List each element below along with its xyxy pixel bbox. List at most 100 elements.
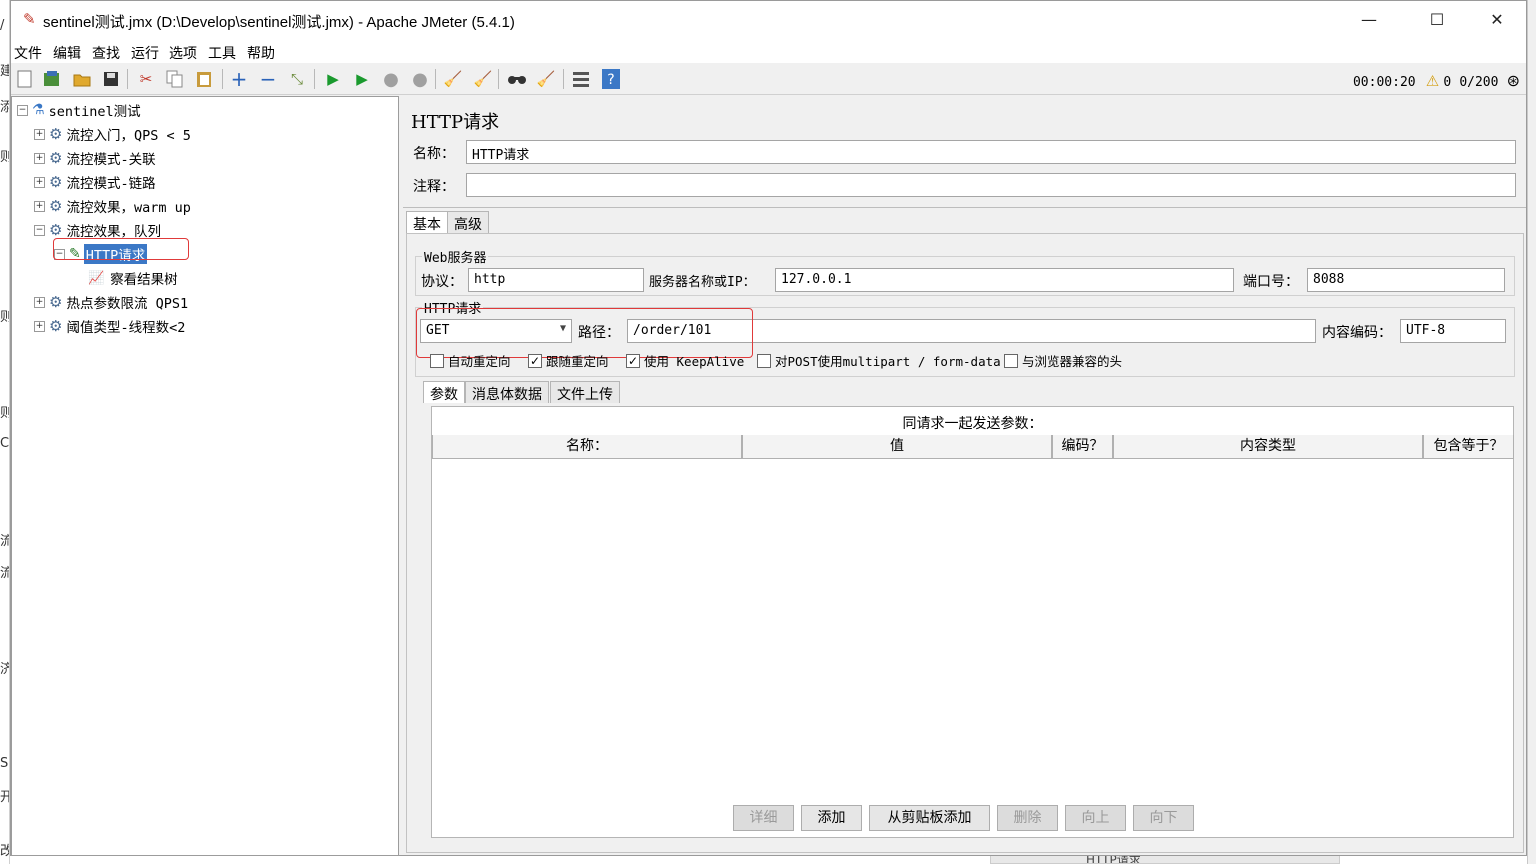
collapse-all-icon[interactable]: −	[257, 67, 279, 91]
menu-search[interactable]: 查找	[92, 43, 120, 63]
tree-item[interactable]: + ⚙ 流控模式-链路	[34, 172, 156, 192]
expand-icon[interactable]: +	[34, 320, 45, 332]
menu-run[interactable]: 运行	[131, 43, 159, 63]
copy-icon[interactable]	[164, 68, 186, 90]
tree-item[interactable]: + ⚙ 流控模式-关联	[34, 148, 156, 168]
toolbar: ✂ + − ⤡ ▶ ▶ ● ● 🧹 🧹 🧹 ? 00:00:20 ⚠ 0 0/2…	[11, 63, 1526, 95]
status-area: 00:00:20 ⚠ 0 0/200 ⊛	[1353, 71, 1520, 90]
bg-char: 流	[0, 530, 9, 549]
add-button[interactable]: 添加	[801, 805, 862, 831]
close-button[interactable]: ✕	[1474, 5, 1520, 35]
tab-basic[interactable]: 基本	[406, 211, 448, 233]
cut-icon[interactable]: ✂	[135, 68, 157, 90]
jmeter-feather-icon: ✎	[23, 10, 36, 28]
tab-parameters[interactable]: 参数	[423, 381, 465, 403]
elapsed-timer: 00:00:20	[1352, 75, 1416, 90]
reset-search-icon[interactable]: 🧹	[535, 68, 557, 90]
search-icon[interactable]	[506, 68, 528, 90]
tab-body-data[interactable]: 消息体数据	[465, 381, 549, 403]
follow-redirect-checkbox[interactable]: ✓ 跟随重定向	[528, 351, 609, 370]
thread-group-gear-icon: ⚙	[49, 173, 63, 191]
collapse-icon[interactable]: −	[17, 104, 28, 116]
start-icon[interactable]: ▶	[322, 68, 344, 90]
menu-tools[interactable]: 工具	[208, 43, 236, 63]
expand-icon[interactable]: +	[34, 296, 45, 308]
paste-icon[interactable]	[193, 68, 215, 90]
bg-char: 添	[0, 96, 9, 115]
multipart-checkbox[interactable]: 对POST使用multipart / form-data	[757, 351, 1001, 370]
comment-field[interactable]	[466, 173, 1516, 197]
shutdown-icon[interactable]: ●	[409, 68, 431, 90]
menu-help[interactable]: 帮助	[247, 43, 275, 63]
bg-char: 建	[0, 60, 9, 79]
tree-item[interactable]: + ⚙ 热点参数限流 QPS1	[34, 292, 188, 312]
server-field[interactable]: 127.0.0.1	[775, 268, 1234, 292]
keepalive-checkbox[interactable]: ✓ 使用 KeepAlive	[626, 351, 744, 370]
tab-advanced[interactable]: 高级	[447, 211, 489, 233]
warning-count: 0	[1443, 75, 1452, 90]
menu-options[interactable]: 选项	[169, 43, 197, 63]
collapse-icon[interactable]: −	[34, 224, 45, 236]
bg-char: 改	[0, 840, 9, 859]
window-title: sentinel测试.jmx (D:\Develop\sentinel测试.jm…	[43, 14, 515, 31]
open-icon[interactable]	[71, 68, 93, 90]
browser-headers-checkbox[interactable]: 与浏览器兼容的头	[1004, 351, 1122, 370]
menu-edit[interactable]: 编辑	[53, 43, 81, 63]
column-header-content-type[interactable]: 内容类型	[1113, 435, 1423, 459]
maximize-button[interactable]: ☐	[1414, 5, 1460, 35]
move-up-button[interactable]: 向上	[1065, 805, 1126, 831]
protocol-field[interactable]: http	[468, 268, 644, 292]
expand-icon[interactable]: +	[34, 200, 45, 212]
auto-redirect-checkbox[interactable]: 自动重定向	[430, 351, 511, 370]
new-icon[interactable]	[14, 68, 36, 90]
name-field[interactable]: HTTP请求	[466, 140, 1516, 164]
function-helper-icon[interactable]	[570, 68, 592, 90]
minimize-button[interactable]: —	[1346, 5, 1392, 35]
expand-icon[interactable]: +	[34, 128, 45, 140]
tree-item-child[interactable]: 📈 察看结果树	[88, 268, 178, 289]
bg-char: C	[0, 436, 10, 451]
thread-group-gear-icon: ⚙	[49, 149, 63, 167]
highlight-box	[53, 238, 189, 260]
column-header-name[interactable]: 名称：	[432, 435, 742, 459]
bg-char: 则	[0, 146, 9, 165]
warning-icon[interactable]: ⚠	[1426, 72, 1439, 90]
column-header-include-equals[interactable]: 包含等于？	[1423, 435, 1514, 459]
tree-root[interactable]: − ⚗ sentinel测试	[17, 100, 141, 120]
expand-icon[interactable]: +	[34, 152, 45, 164]
panel-heading: HTTP请求	[411, 112, 500, 133]
stop-icon[interactable]: ●	[380, 68, 402, 90]
add-from-clipboard-button[interactable]: 从剪贴板添加	[869, 805, 990, 831]
jmeter-window: ✎ sentinel测试.jmx (D:\Develop\sentinel测试.…	[10, 0, 1527, 856]
thread-group-gear-icon: ⚙	[49, 197, 63, 215]
remote-icon[interactable]: ⊛	[1507, 71, 1520, 90]
tree-item[interactable]: − ⚙ 流控效果，队列	[34, 220, 161, 240]
toggle-icon[interactable]: ⤡	[286, 68, 308, 90]
port-field[interactable]: 8088	[1307, 268, 1505, 292]
menu-file[interactable]: 文件	[14, 43, 42, 63]
expand-all-icon[interactable]: +	[228, 67, 250, 91]
detail-button[interactable]: 详细	[733, 805, 794, 831]
clear-all-icon[interactable]: 🧹	[472, 68, 494, 90]
delete-button[interactable]: 删除	[997, 805, 1058, 831]
bg-char: /	[0, 18, 5, 33]
server-label: 服务器名称或IP：	[649, 275, 756, 290]
thread-group-gear-icon: ⚙	[49, 293, 63, 311]
expand-icon[interactable]: +	[34, 176, 45, 188]
start-no-pauses-icon[interactable]: ▶	[351, 68, 373, 90]
clear-icon[interactable]: 🧹	[442, 68, 464, 90]
column-header-encode[interactable]: 编码？	[1052, 435, 1113, 459]
name-label: 名称：	[413, 146, 455, 162]
column-header-value[interactable]: 值	[742, 435, 1052, 459]
encoding-label: 内容编码：	[1322, 325, 1392, 341]
encoding-field[interactable]: UTF-8	[1400, 319, 1506, 343]
tree-item[interactable]: + ⚙ 阈值类型-线程数<2	[34, 316, 185, 336]
tree-item[interactable]: + ⚙ 流控效果，warm up	[34, 196, 191, 216]
tab-file-upload[interactable]: 文件上传	[550, 381, 620, 403]
help-icon[interactable]: ?	[600, 68, 622, 90]
bg-char: 济	[0, 658, 9, 677]
templates-icon[interactable]	[41, 68, 63, 90]
save-icon[interactable]	[100, 68, 122, 90]
move-down-button[interactable]: 向下	[1133, 805, 1194, 831]
tree-item[interactable]: + ⚙ 流控入门，QPS < 5	[34, 124, 191, 144]
